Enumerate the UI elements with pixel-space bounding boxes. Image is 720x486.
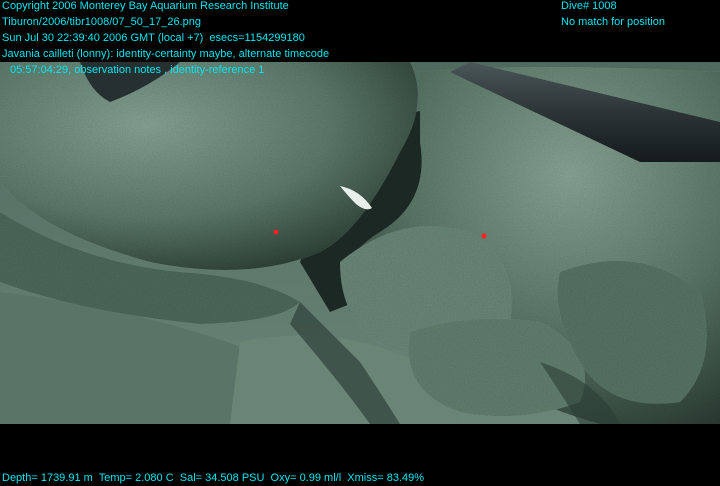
- laser-dot-right: [481, 233, 487, 239]
- telemetry-text: Depth= 1739.91 m Temp= 2.080 C Sal= 34.5…: [2, 472, 425, 484]
- seafloor-image: [0, 62, 720, 424]
- dive-number-text: Dive# 1008: [561, 0, 617, 12]
- annotation-text: Javania cailleti (lonny): identity-certa…: [2, 48, 330, 60]
- underwater-photo: [0, 62, 720, 424]
- copyright-text: Copyright 2006 Monterey Bay Aquarium Res…: [2, 0, 289, 12]
- file-path-text: Tiburon/2006/tibr1008/07_50_17_26.png: [2, 16, 201, 28]
- position-status-text: No match for position: [561, 16, 665, 28]
- annotation-detail-text: 05:57:04:29, observation notes , identit…: [10, 64, 265, 76]
- datetime-text: Sun Jul 30 22:39:40 2006 GMT (local +7) …: [2, 32, 305, 44]
- laser-dot-left: [273, 229, 279, 235]
